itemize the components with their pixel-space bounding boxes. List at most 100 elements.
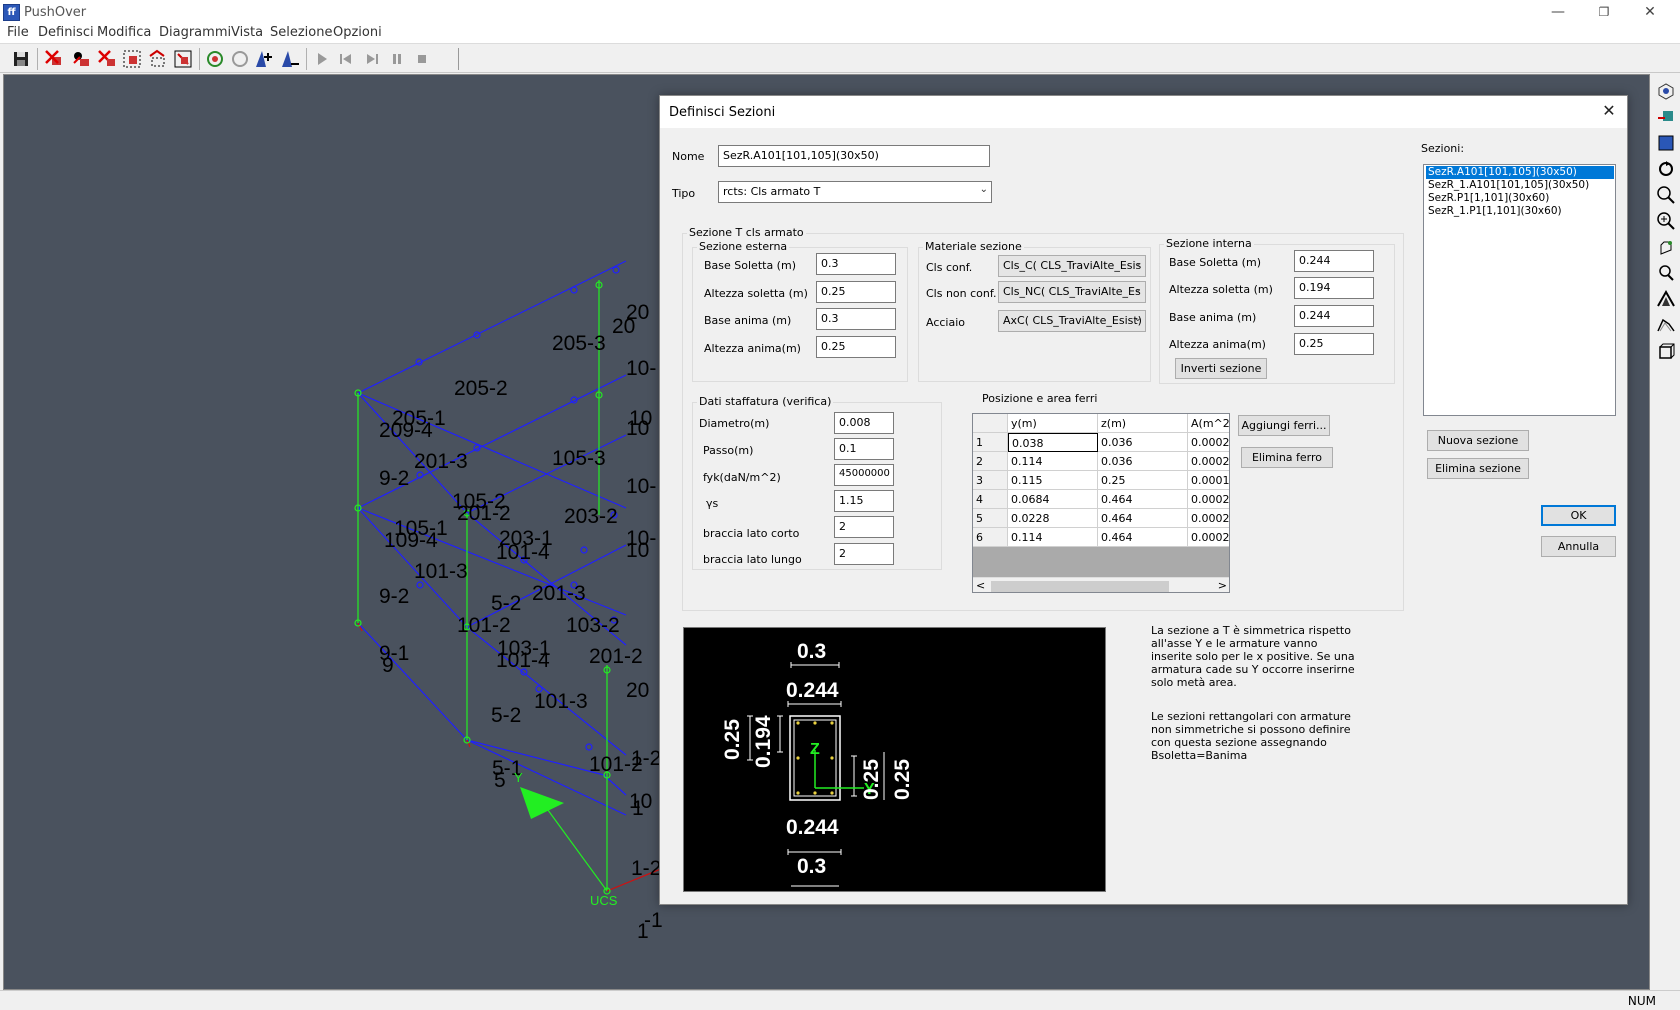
hand-pan-icon[interactable]: [1655, 236, 1677, 258]
list-item[interactable]: SezR_1.P1[1,101](30x60): [1426, 205, 1564, 218]
cell-area[interactable]: 0.00020: [1188, 490, 1229, 509]
cell-y[interactable]: 0.0684: [1008, 490, 1098, 509]
cls-non-conf-select[interactable]: Cls_NC( CLS_TraviAlte_Es ⌄: [998, 281, 1146, 303]
node-delete-icon[interactable]: [70, 48, 92, 70]
nome-input[interactable]: SezR.A101[101,105](30x50): [718, 145, 990, 167]
frame-delete-icon[interactable]: [96, 48, 118, 70]
cell-area[interactable]: 0.00020: [1188, 509, 1229, 528]
diametro-input[interactable]: 0.008: [834, 412, 894, 434]
rotate-cw-icon[interactable]: [1655, 158, 1677, 180]
save-icon[interactable]: [10, 48, 32, 70]
menu-definisci[interactable]: Definisci: [38, 25, 94, 40]
zoom-extents-icon[interactable]: [1655, 210, 1677, 232]
menu-diagrammi[interactable]: Diagrammi: [159, 25, 231, 40]
cell-y[interactable]: 0.115: [1008, 471, 1098, 490]
cls-conf-select[interactable]: Cls_C( CLS_TraviAlte_Esis ⌄: [998, 255, 1146, 277]
play-icon[interactable]: [311, 48, 333, 70]
zoom-minus-icon[interactable]: [279, 48, 301, 70]
scroll-left-icon[interactable]: <: [976, 579, 985, 592]
step-forward-icon[interactable]: [361, 48, 383, 70]
acciaio-select[interactable]: AxC( CLS_TraviAlte_Esist) ⌄: [998, 310, 1146, 332]
ok-button[interactable]: OK: [1541, 505, 1616, 526]
cell-area[interactable]: 0.00015: [1188, 471, 1229, 490]
table-row[interactable]: 4 0.0684 0.464 0.00020: [973, 490, 1229, 509]
window-view-icon[interactable]: [1655, 132, 1677, 154]
step-back-icon[interactable]: [335, 48, 357, 70]
deformed-shape-icon[interactable]: [1655, 314, 1677, 336]
list-item[interactable]: SezR_1.A101[101,105](30x50): [1426, 179, 1591, 192]
column-z[interactable]: z(m): [1098, 414, 1188, 433]
sezioni-list[interactable]: SezR.A101[101,105](30x50) SezR_1.A101[10…: [1423, 164, 1616, 416]
ext-altezza-soletta-input[interactable]: 0.25: [816, 281, 896, 303]
cell-z[interactable]: 0.464: [1098, 509, 1188, 528]
cell-area[interactable]: 0.00020: [1188, 528, 1229, 547]
fyk-input[interactable]: 45000000: [834, 464, 894, 486]
menu-file[interactable]: File: [7, 25, 29, 40]
stop-icon[interactable]: [411, 48, 433, 70]
column-y[interactable]: y(m): [1008, 414, 1098, 433]
table-row[interactable]: 2 0.114 0.036 0.00020: [973, 452, 1229, 471]
cell-y[interactable]: 0.114: [1008, 452, 1098, 471]
dialog-close-button[interactable]: ✕: [1597, 100, 1621, 124]
select-cross-icon[interactable]: [147, 48, 169, 70]
menu-modifica[interactable]: Modifica: [97, 25, 151, 40]
table-row[interactable]: 6 0.114 0.464 0.00020: [973, 528, 1229, 547]
select-all-icon[interactable]: [172, 48, 194, 70]
cell-area[interactable]: 0.00020: [1188, 452, 1229, 471]
annulla-button[interactable]: Annulla: [1541, 536, 1616, 557]
rotate-view-icon[interactable]: [1655, 80, 1677, 102]
box-view-icon[interactable]: [1655, 340, 1677, 362]
menu-selezione[interactable]: Selezione: [270, 25, 333, 40]
nuova-sezione-button[interactable]: Nuova sezione: [1427, 430, 1529, 451]
elimina-ferro-button[interactable]: Elimina ferro: [1241, 447, 1333, 468]
zoom-window-icon[interactable]: [1655, 262, 1677, 284]
aggiungi-ferri-button[interactable]: Aggiungi ferri...: [1238, 415, 1330, 436]
elimina-sezione-button[interactable]: Elimina sezione: [1427, 458, 1529, 479]
passo-input[interactable]: 0.1: [834, 438, 894, 460]
list-item[interactable]: SezR.P1[1,101](30x60): [1426, 192, 1551, 205]
element-label: 9-2: [379, 585, 409, 608]
ext-base-soletta-input[interactable]: 0.3: [816, 253, 896, 275]
pan-view-icon[interactable]: [1655, 106, 1677, 128]
inverti-sezione-button[interactable]: Inverti sezione: [1175, 358, 1267, 379]
dialog-title: Definisci Sezioni: [669, 105, 776, 120]
pause-icon[interactable]: [386, 48, 408, 70]
cell-z[interactable]: 0.25: [1098, 471, 1188, 490]
int-base-soletta-input[interactable]: 0.244: [1294, 250, 1374, 272]
table-row[interactable]: 3 0.115 0.25 0.00015: [973, 471, 1229, 490]
select-window-icon[interactable]: [121, 48, 143, 70]
ext-base-anima-input[interactable]: 0.3: [816, 308, 896, 330]
cell-z[interactable]: 0.464: [1098, 490, 1188, 509]
refresh-icon[interactable]: [204, 48, 226, 70]
column-area[interactable]: A(m^2): [1188, 414, 1229, 433]
ext-altezza-anima-input[interactable]: 0.25: [816, 336, 896, 358]
menu-vista[interactable]: Vista: [231, 25, 263, 40]
zoom-plus-icon[interactable]: [253, 48, 275, 70]
cell-y[interactable]: 0.0228: [1008, 509, 1098, 528]
scroll-right-icon[interactable]: >: [1218, 579, 1227, 592]
tipo-select[interactable]: rcts: Cls armato T ⌄: [718, 181, 992, 203]
scroll-thumb[interactable]: [991, 581, 1169, 592]
cell-y[interactable]: 0.038: [1008, 433, 1098, 452]
cell-z[interactable]: 0.464: [1098, 528, 1188, 547]
braccia-lungo-input[interactable]: 2: [834, 543, 894, 565]
gamma-s-input[interactable]: 1.15: [834, 490, 894, 512]
list-item[interactable]: SezR.A101[101,105](30x50): [1426, 166, 1614, 179]
grid-horizontal-scrollbar[interactable]: < >: [973, 577, 1229, 592]
ferri-grid[interactable]: y(m) z(m) A(m^2) 1 0.038 0.036 0.00020 2…: [972, 413, 1230, 593]
braccia-corto-input[interactable]: 2: [834, 516, 894, 538]
cell-z[interactable]: 0.036: [1098, 452, 1188, 471]
int-base-anima-input[interactable]: 0.244: [1294, 305, 1374, 327]
menu-opzioni[interactable]: Opzioni: [333, 25, 382, 40]
int-altezza-soletta-input[interactable]: 0.194: [1294, 277, 1374, 299]
table-row[interactable]: 5 0.0228 0.464 0.00020: [973, 509, 1229, 528]
delete-element-icon[interactable]: [43, 48, 65, 70]
cell-y[interactable]: 0.114: [1008, 528, 1098, 547]
zoom-icon[interactable]: [1655, 184, 1677, 206]
int-altezza-anima-input[interactable]: 0.25: [1294, 333, 1374, 355]
regenerate-icon[interactable]: [229, 48, 251, 70]
cell-area[interactable]: 0.00020: [1188, 433, 1229, 452]
cell-z[interactable]: 0.036: [1098, 433, 1188, 452]
table-row[interactable]: 1 0.038 0.036 0.00020: [973, 433, 1229, 452]
perspective-icon[interactable]: [1655, 288, 1677, 310]
